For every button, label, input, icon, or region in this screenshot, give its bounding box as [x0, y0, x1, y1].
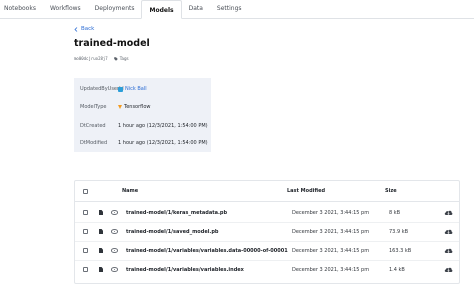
tab-notebooks[interactable]: Notebooks: [0, 0, 43, 18]
property-key: UpdatedByUserId: [80, 86, 124, 92]
file-icon: [99, 229, 103, 234]
user-square-icon: [118, 86, 123, 92]
tensorflow-icon: [118, 105, 122, 109]
table-row[interactable]: trained-model/1/variables/variables.data…: [75, 242, 459, 261]
table-row[interactable]: trained-model/1/keras_metadata.pb Decemb…: [75, 204, 459, 223]
model-properties-panel: UpdatedByUserId Nick Ball ModelType Tens…: [74, 78, 211, 152]
model-type-value: Tensorflow: [124, 104, 151, 110]
select-all-checkbox[interactable]: [83, 189, 88, 194]
back-link[interactable]: Back: [74, 26, 94, 32]
eye-icon[interactable]: [111, 267, 118, 272]
property-row: ModelType Tensorflow: [80, 104, 150, 110]
property-row: UpdatedByUserId Nick Ball: [80, 86, 147, 92]
model-meta: mo00dcjruo28j7 Tags: [74, 56, 129, 61]
tab-deployments[interactable]: Deployments: [88, 0, 142, 18]
property-value: 1 hour ago (12/3/2021, 1:54:00 PM): [118, 123, 208, 129]
file-modified: December 3 2021, 3:44:15 pm: [292, 229, 370, 235]
property-row: DtCreated 1 hour ago (12/3/2021, 1:54:00…: [80, 123, 208, 129]
column-header-size[interactable]: Size: [385, 188, 397, 194]
property-value: 1 hour ago (12/3/2021, 1:54:00 PM): [118, 140, 208, 146]
tags-button[interactable]: Tags: [113, 56, 129, 61]
cloud-download-icon[interactable]: [444, 209, 453, 216]
table-row[interactable]: trained-model/1/variables/variables.inde…: [75, 261, 459, 280]
table-row[interactable]: trained-model/1/saved_model.pb December …: [75, 223, 459, 242]
file-size: 163.3 kB: [389, 248, 412, 254]
file-name[interactable]: trained-model/1/variables/variables.inde…: [126, 267, 244, 273]
file-modified: December 3 2021, 3:44:15 pm: [292, 267, 370, 273]
eye-icon[interactable]: [111, 248, 118, 253]
file-name[interactable]: trained-model/1/saved_model.pb: [126, 229, 218, 235]
file-icon: [99, 248, 103, 253]
row-checkbox[interactable]: [83, 267, 88, 272]
model-id: mo00dcjruo28j7: [74, 56, 108, 61]
property-row: DtModified 1 hour ago (12/3/2021, 1:54:0…: [80, 140, 208, 146]
page-title: trained-model: [74, 38, 150, 49]
row-checkbox[interactable]: [83, 229, 88, 234]
row-checkbox[interactable]: [83, 210, 88, 215]
property-value: Tensorflow: [118, 104, 150, 110]
file-icon: [99, 267, 103, 272]
column-header-name[interactable]: Name: [122, 188, 138, 194]
file-size: 1.4 kB: [389, 267, 405, 273]
tab-models[interactable]: Models: [141, 0, 182, 19]
property-key: ModelType: [80, 104, 107, 110]
cloud-download-icon[interactable]: [444, 228, 453, 235]
property-key: DtCreated: [80, 123, 106, 129]
file-icon: [99, 210, 103, 215]
file-modified: December 3 2021, 3:44:15 pm: [292, 248, 370, 254]
row-checkbox[interactable]: [83, 248, 88, 253]
user-name-link: Nick Ball: [125, 86, 147, 92]
tags-label: Tags: [119, 56, 129, 61]
file-size: 8 kB: [389, 210, 401, 216]
eye-icon[interactable]: [111, 210, 118, 215]
file-modified: December 3 2021, 3:44:15 pm: [292, 210, 370, 216]
files-table: Name Last Modified Size trained-model/1/…: [74, 180, 460, 284]
back-label: Back: [81, 26, 95, 32]
tab-data[interactable]: Data: [182, 0, 210, 18]
top-tab-bar: Notebooks Workflows Deployments Models D…: [0, 0, 474, 19]
tab-workflows[interactable]: Workflows: [43, 0, 88, 18]
property-value-user[interactable]: Nick Ball: [118, 86, 147, 92]
cloud-download-icon[interactable]: [444, 266, 453, 273]
property-key: DtModified: [80, 140, 108, 146]
tag-icon: [113, 56, 118, 61]
tab-settings[interactable]: Settings: [210, 0, 249, 18]
file-name[interactable]: trained-model/1/variables/variables.data…: [126, 248, 288, 254]
file-size: 73.9 kB: [389, 229, 409, 235]
chevron-left-icon: [74, 26, 78, 32]
eye-icon[interactable]: [111, 229, 118, 234]
column-header-last-modified[interactable]: Last Modified: [287, 188, 325, 194]
cloud-download-icon[interactable]: [444, 247, 453, 254]
table-header: Name Last Modified Size: [75, 181, 459, 202]
file-name[interactable]: trained-model/1/keras_metadata.pb: [126, 210, 227, 216]
